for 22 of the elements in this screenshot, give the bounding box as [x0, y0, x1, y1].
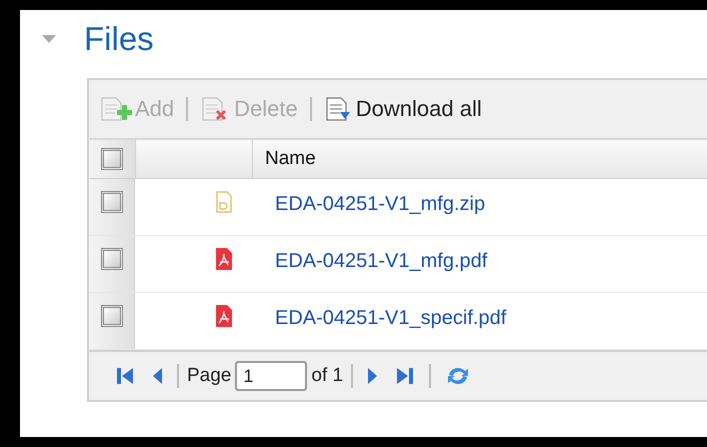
page-number-field[interactable]: 1: [235, 361, 308, 391]
previous-icon: [151, 366, 163, 386]
section-title: Files: [84, 20, 154, 58]
checkbox[interactable]: [100, 191, 122, 213]
checkbox[interactable]: [100, 248, 122, 270]
file-link[interactable]: EDA-04251-V1_specif.pdf: [275, 307, 506, 330]
last-page-icon: [395, 366, 416, 386]
checkbox[interactable]: [100, 305, 122, 327]
checkbox[interactable]: [101, 148, 123, 170]
collapse-arrow-icon[interactable]: [42, 34, 56, 44]
file-link[interactable]: EDA-04251-V1_mfg.pdf: [275, 250, 488, 273]
page-count: of 1: [311, 365, 344, 387]
zip-file-icon: [216, 191, 232, 213]
pdf-file-icon: [216, 248, 232, 270]
download-all-button[interactable]: Download all: [322, 92, 484, 126]
file-link[interactable]: EDA-04251-V1_mfg.zip: [275, 193, 486, 216]
next-icon: [367, 366, 380, 386]
first-page-icon: [115, 366, 135, 386]
page-label: Page: [187, 365, 232, 387]
pdf-file-icon: [216, 305, 232, 327]
add-file-icon: [99, 96, 133, 122]
column-header[interactable]: Name: [265, 148, 316, 170]
